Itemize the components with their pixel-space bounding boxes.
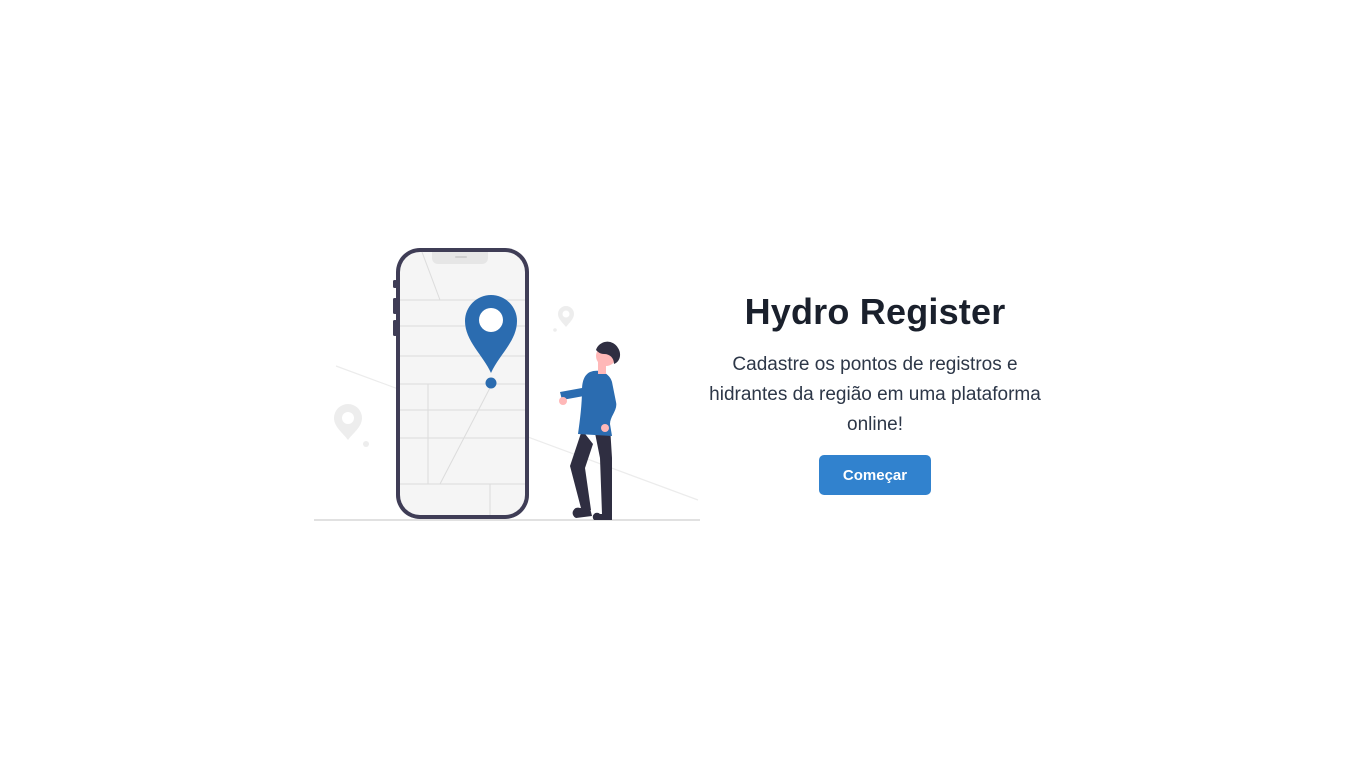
phone-icon [396, 248, 529, 519]
person-icon [559, 341, 621, 520]
small-location-pin-icon [553, 306, 574, 332]
start-button[interactable]: Começar [819, 455, 931, 495]
faint-location-pin-icon [334, 404, 369, 447]
hero-illustration [314, 238, 700, 528]
map-illustration [314, 248, 700, 521]
landing-page: Hydro Register Cadastre os pontos de reg… [0, 0, 1366, 768]
page-title: Hydro Register [744, 291, 1006, 332]
hero-subtitle: Cadastre os pontos de registros e hidran… [709, 354, 1041, 435]
hero-content: Hydro Register Cadastre os pontos de reg… [690, 288, 1060, 495]
